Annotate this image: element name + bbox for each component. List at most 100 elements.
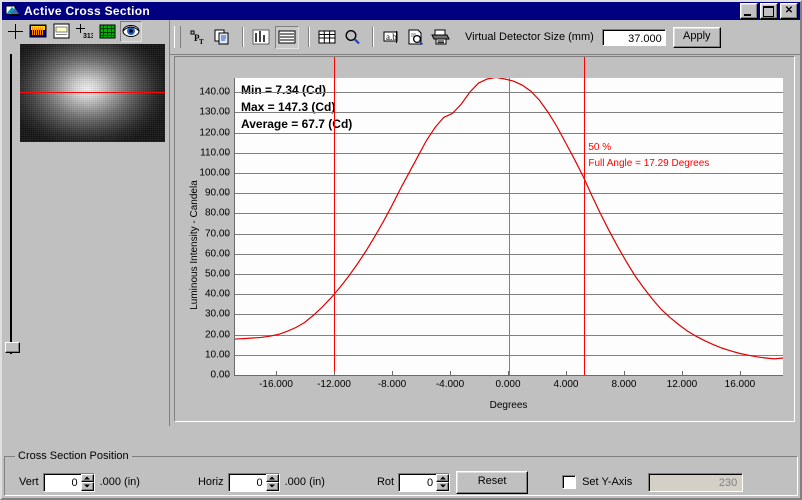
horiz-stepper[interactable]: 0 (227, 472, 280, 492)
svg-text:T: T (199, 38, 204, 45)
y-axis-tick-mark (226, 172, 230, 174)
vertical-scale-thumb[interactable] (5, 342, 20, 353)
chart-plot-area[interactable]: Min = 7.34 (Cd) Max = 147.3 (Cd) Average… (234, 57, 783, 376)
y-axis-tick-mark (226, 253, 230, 255)
preview-icon[interactable] (405, 26, 427, 48)
rot-down-arrow[interactable] (436, 482, 450, 491)
y-axis-value-input[interactable]: 230 (648, 472, 744, 492)
point-temp-icon[interactable]: P T (186, 26, 208, 48)
crosshair-icon[interactable] (5, 21, 25, 41)
cross-section-preview[interactable] (20, 44, 165, 142)
left-half-max-line[interactable] (333, 57, 335, 375)
crosshair-digits-icon[interactable]: 313 (74, 21, 94, 41)
vertical-scale-track (10, 54, 12, 354)
print-icon[interactable] (430, 26, 452, 48)
right-panel: P T a.b Virtual Detector Size (mm) 37.00… (170, 20, 800, 426)
color-bar-icon[interactable] (28, 21, 48, 41)
toolbar-grip[interactable] (174, 26, 181, 48)
horiz-value[interactable]: 0 (229, 474, 266, 491)
y-axis-tick-mark (226, 334, 230, 336)
chart-y-axis-ticks: 0.00 10.00 20.00 30.00 40.00 50.00 60.00 70.00 8… (175, 78, 230, 381)
vert-arrows (80, 473, 94, 491)
x-axis-tick-label: -16.000 (259, 379, 293, 390)
detector-size-input[interactable]: 37.000 (601, 28, 666, 46)
apply-button[interactable]: Apply (672, 26, 721, 48)
x-axis-tick-label: 12.000 (666, 379, 698, 390)
cross-section-line[interactable] (20, 92, 165, 94)
title-bar: Active Cross Section ✕ (2, 2, 800, 20)
y-axis-tick-mark (226, 233, 230, 235)
y-axis-tick-mark (226, 132, 230, 134)
vert-unit: .000 (in) (99, 476, 140, 488)
x-axis-tick-label: 0.000 (495, 379, 521, 390)
x-axis-tick-label: -4.000 (435, 379, 465, 390)
minimize-button[interactable] (740, 3, 758, 19)
rot-arrows (436, 473, 450, 491)
y-axis-tick-mark (226, 314, 230, 316)
chart-x-axis-label: Degrees (489, 400, 528, 411)
horiz-down-arrow[interactable] (265, 482, 279, 491)
vert-stepper[interactable]: 0 (42, 472, 95, 492)
x-axis-tick-label: 16.000 (724, 379, 756, 390)
grid-icon[interactable] (97, 21, 117, 41)
cross-section-chart: Luminous Intensity - Candela 0.00 10.00 20… (175, 57, 794, 421)
x-axis-tick-label: 4.000 (553, 379, 579, 390)
x-axis-tick-mark (565, 371, 567, 376)
line-list-icon[interactable] (275, 25, 299, 49)
window-buttons: ✕ (740, 3, 798, 19)
vert-label: Vert (19, 476, 39, 488)
y-axis-tick-mark (226, 354, 230, 356)
right-half-max-line[interactable] (584, 57, 586, 375)
chart-container: Luminous Intensity - Candela 0.00 10.00 20… (174, 56, 795, 422)
horiz-label: Horiz (197, 476, 224, 488)
position-controls-row: Vert 0 .000 (in) Horiz 0 .000 (in) Rot 0… (5, 470, 797, 494)
y-axis-tick-mark (226, 273, 230, 275)
maximize-button[interactable] (760, 3, 778, 19)
detector-size-label: Virtual Detector Size (mm) (465, 31, 594, 43)
x-axis-tick-label: 8.000 (611, 379, 637, 390)
y-axis-tick-mark (226, 294, 230, 296)
x-axis-tick-mark (508, 371, 509, 376)
x-axis-tick-mark (276, 371, 278, 376)
window-icon[interactable] (51, 21, 71, 41)
horiz-arrows (265, 473, 279, 491)
copy-icon[interactable] (211, 26, 233, 48)
y-axis-tick-mark (226, 92, 230, 94)
horiz-up-arrow[interactable] (265, 473, 279, 482)
eye-icon[interactable] (120, 20, 142, 42)
table-icon[interactable] (316, 26, 338, 48)
bottom-panel: Cross Section Position Vert 0 .000 (in) … (4, 450, 798, 496)
x-axis-tick-label: -12.000 (317, 379, 351, 390)
x-axis-tick-mark (623, 371, 625, 376)
x-axis-tick-mark (450, 371, 451, 376)
window-title: Active Cross Section (24, 4, 151, 18)
y-axis-tick-mark (226, 213, 230, 215)
y-axis-tick-mark (226, 375, 230, 376)
svg-text:313: 313 (83, 33, 93, 39)
window-body: 313 P T a.b Virtual Detector Size (mm) 3… (2, 20, 800, 426)
toolbar-separator-2 (308, 27, 310, 47)
zoom-icon[interactable] (341, 26, 363, 48)
vert-down-arrow[interactable] (80, 482, 94, 491)
toolbar-separator-3 (372, 27, 374, 47)
rot-stepper[interactable]: 0 (398, 472, 451, 492)
rot-label: Rot (376, 476, 395, 488)
y-axis-tick-mark (226, 112, 230, 114)
reset-button[interactable]: Reset (456, 470, 529, 494)
set-y-axis-checkbox[interactable] (562, 475, 577, 489)
app-icon (5, 4, 20, 18)
chart-toolbar: P T a.b Virtual Detector Size (mm) 37.00… (170, 20, 800, 55)
vert-value[interactable]: 0 (44, 474, 81, 491)
x-axis-tick-mark (334, 371, 336, 376)
svg-text:a.b: a.b (386, 32, 397, 42)
close-button[interactable]: ✕ (780, 3, 798, 19)
set-y-axis-label: Set Y-Axis (582, 476, 633, 488)
vert-up-arrow[interactable] (80, 473, 94, 482)
rot-up-arrow[interactable] (436, 473, 450, 482)
group-label: Cross Section Position (15, 450, 132, 462)
left-toolbar: 313 (2, 20, 169, 42)
bar-graph-icon[interactable] (250, 26, 272, 48)
rot-value[interactable]: 0 (399, 474, 436, 491)
half-angle-percent: 50 % (588, 141, 612, 153)
text-label-icon[interactable]: a.b (380, 26, 402, 48)
